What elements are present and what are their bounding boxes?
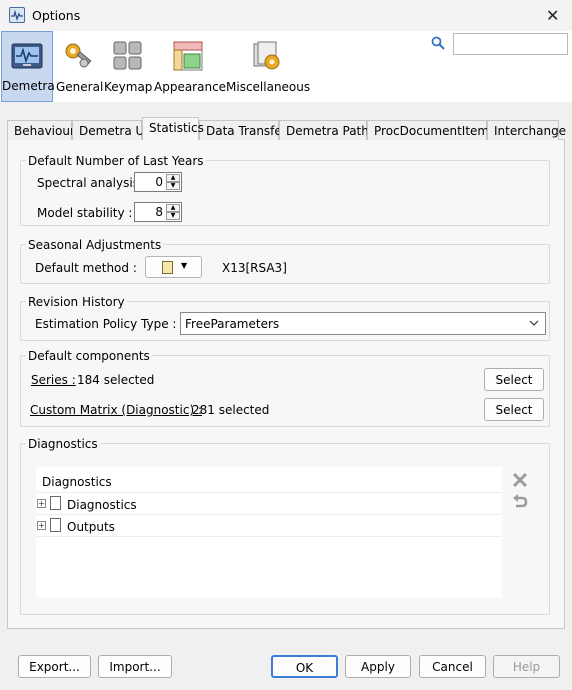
tab-behaviour[interactable]: Behaviour <box>7 120 75 140</box>
demetra-icon <box>11 41 43 73</box>
model-stability-label: Model stability : <box>37 206 133 220</box>
spin-down-icon[interactable]: ▼ <box>166 212 180 220</box>
series-count: 184 selected <box>77 373 155 387</box>
spin-up-icon[interactable]: ▲ <box>166 204 180 212</box>
spectral-analysis-label: Spectral analysis : <box>37 176 147 190</box>
category-keymap[interactable]: Keymap <box>104 31 152 102</box>
tab-interchange[interactable]: Interchange <box>487 120 566 140</box>
spectral-analysis-spinner[interactable]: 0 ▲ ▼ <box>134 172 182 192</box>
category-appearance[interactable]: Appearance <box>154 31 227 102</box>
chevron-down-icon: ▼ <box>181 261 188 270</box>
estimation-policy-value: FreeParameters <box>185 317 280 331</box>
category-label: Keymap <box>104 80 153 94</box>
undo-icon[interactable] <box>512 494 528 513</box>
estimation-policy-label: Estimation Policy Type : <box>35 317 177 331</box>
custom-matrix-link[interactable]: Custom Matrix (Diagnostic) : <box>30 403 202 417</box>
tree-header-label: Diagnostics <box>42 475 112 489</box>
tree-row-outputs[interactable]: + Outputs <box>36 515 501 537</box>
spinner-value: 8 <box>155 205 163 219</box>
tab-demetra-ui[interactable]: Demetra UI <box>72 120 148 140</box>
series-link[interactable]: Series : <box>31 373 76 387</box>
method-picker-button[interactable]: ▼ <box>145 256 202 278</box>
diagnostics-tree[interactable]: Diagnostics + Diagnostics + Outputs <box>36 467 502 598</box>
app-icon <box>9 7 25 23</box>
category-label: Demetra <box>2 79 55 93</box>
appearance-icon <box>172 40 204 72</box>
default-method-label: Default method : <box>35 261 137 275</box>
last-years-title: Default Number of Last Years <box>26 154 206 168</box>
category-demetra[interactable]: Demetra <box>1 31 55 102</box>
close-icon[interactable]: ✕ <box>546 6 559 25</box>
ok-button[interactable]: OK <box>271 655 338 678</box>
expand-icon[interactable]: + <box>37 521 46 530</box>
expand-icon[interactable]: + <box>37 499 46 508</box>
diagnostics-group-title: Diagnostics <box>26 437 100 451</box>
tab-statistics[interactable]: Statistics <box>142 117 204 140</box>
help-button[interactable]: Help <box>493 655 560 678</box>
miscellaneous-icon <box>250 40 282 72</box>
default-method-value: X13[RSA3] <box>222 261 287 275</box>
series-select-button[interactable]: Select <box>484 368 544 391</box>
seasonal-title: Seasonal Adjustments <box>26 238 164 252</box>
apply-button[interactable]: Apply <box>345 655 411 678</box>
title-bar <box>0 0 572 31</box>
tab-procdocumentitems[interactable]: ProcDocumentItems <box>367 120 495 140</box>
chevron-down-icon <box>529 317 539 331</box>
category-general[interactable]: General <box>56 31 104 102</box>
document-icon <box>50 496 61 510</box>
tree-header: Diagnostics <box>36 467 501 493</box>
window-title: Options <box>32 8 81 23</box>
spin-up-icon[interactable]: ▲ <box>166 174 180 182</box>
revision-title: Revision History <box>26 295 127 309</box>
tab-data-transfer[interactable]: Data Transfer <box>199 120 287 140</box>
tree-item-label: Diagnostics <box>67 498 137 512</box>
tree-item-label: Outputs <box>67 520 115 534</box>
custom-matrix-select-button[interactable]: Select <box>484 398 544 421</box>
category-miscellaneous[interactable]: Miscellaneous <box>226 31 311 102</box>
category-label: Miscellaneous <box>226 80 311 94</box>
search-icon <box>431 36 445 54</box>
tab-demetra-paths[interactable]: Demetra Paths <box>279 120 375 140</box>
export-button[interactable]: Export... <box>18 655 91 678</box>
method-icon <box>162 261 173 274</box>
tools-icon[interactable] <box>512 472 528 491</box>
search-input[interactable] <box>453 33 568 55</box>
estimation-policy-select[interactable]: FreeParameters <box>180 312 546 335</box>
cancel-button[interactable]: Cancel <box>419 655 486 678</box>
document-icon <box>50 518 61 532</box>
keyboard-icon <box>112 40 144 72</box>
import-button[interactable]: Import... <box>98 655 172 678</box>
custom-matrix-count: 281 selected <box>192 403 270 417</box>
category-label: Appearance <box>154 80 227 94</box>
tree-row-diagnostics[interactable]: + Diagnostics <box>36 493 501 515</box>
model-stability-spinner[interactable]: 8 ▲ ▼ <box>134 202 182 222</box>
spin-down-icon[interactable]: ▼ <box>166 182 180 190</box>
category-label: General <box>56 80 104 94</box>
spinner-value: 0 <box>155 175 163 189</box>
components-title: Default components <box>26 349 152 363</box>
gears-icon <box>62 40 94 72</box>
